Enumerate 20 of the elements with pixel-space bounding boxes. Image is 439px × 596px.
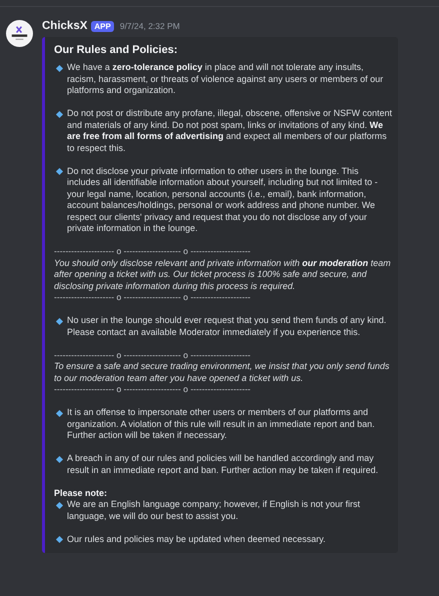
separator-text: --------------------- o -------------------- o --------------------- — [54, 292, 252, 304]
note-label: Please note: — [54, 488, 108, 499]
rule-text: Do not post or distribute any profane, illegal, obscene, offensive or NSFW content and materials of any kind. Do not post spam, links or invitations of any kind. We are free from all forms of advertising and expect all members of our platforms to respect this. — [67, 108, 392, 154]
rule-text: A breach in any of our rules and policies will be handled accordingly and may result in an immediate report and ban. Further action may be taken if required. — [67, 453, 380, 476]
rule-text: Our rules and policies may be updated when deemed necessary. — [67, 534, 326, 545]
timestamp: 9/7/24, 2:32 PM — [120, 21, 180, 31]
rule-text: Do not disclose your private information to other users in the lounge. This includes all identifiable information about yourself, including but not limited to - your legal name, location, personal accounts (i.e., email), bank information, account balances/holdings, personal or work address and phone number. We respect our clients' privacy and request that you do not disclose any of your private information in the lounge. — [67, 166, 379, 234]
rule-text: No user in the lounge should ever request that you send them funds of any kind. Please contact an available Moderator immediately if you experience this. — [67, 315, 388, 338]
rule-text: We are an English language company; however, if English is not your first language, we will do our best to assist you. — [67, 499, 361, 522]
notice-text: You should only disclose relevant and private information with our moderation team after opening a ticket with us. Our ticket process is 100% safe and secure, and disclosing private information during this process is required. — [54, 258, 392, 292]
separator-text: --------------------- o -------------------- o --------------------- — [54, 350, 252, 361]
embed-title: Our Rules and Policies: — [54, 43, 178, 57]
separator-text: --------------------- o -------------------- o --------------------- — [54, 384, 252, 396]
rule-text: We have a zero-tolerance policy in place and will not tolerate any insults, racism, harassment, or threats of violence against any users or members of our platforms and organization. — [67, 62, 384, 96]
notice-text: To ensure a safe and secure trading environment, we insist that you only send funds to our moderation team after you have opened a ticket with us. — [54, 361, 390, 384]
app-tag: APP — [91, 20, 114, 32]
author-name[interactable]: ChicksX — [42, 20, 88, 32]
separator-text: --------------------- o -------------------- o --------------------- — [54, 246, 252, 258]
avatar-logo[interactable] — [6, 20, 33, 47]
rule-text: It is an offense to impersonate other users or members of our platforms and organization. A violation of this rule will result in an immediate report and ban. Further action will be taken if necessary. — [67, 407, 376, 442]
